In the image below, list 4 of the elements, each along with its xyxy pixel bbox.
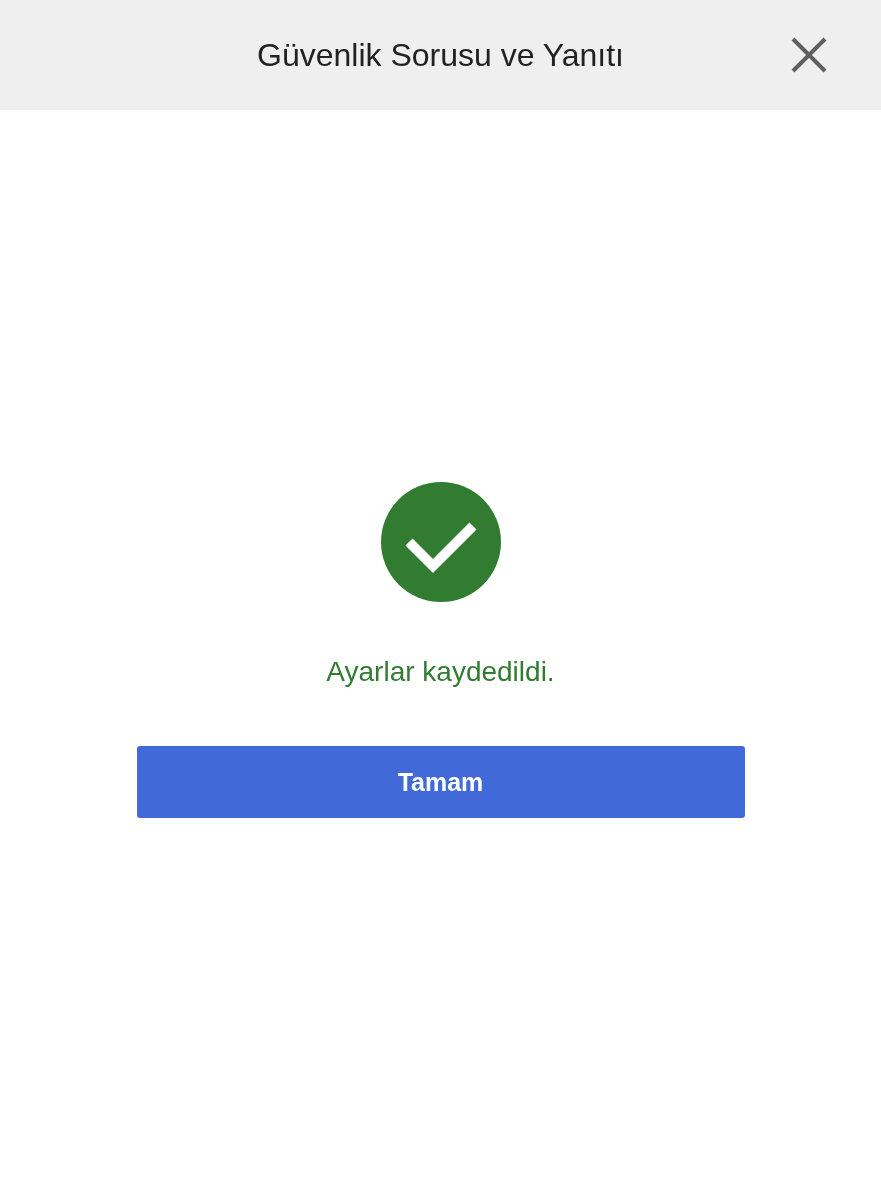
dialog-title: Güvenlik Sorusu ve Yanıtı [256,36,625,74]
ok-button[interactable]: Tamam [136,746,745,818]
close-button[interactable] [791,37,827,73]
status-message: Ayarlar kaydedildi. [326,655,555,689]
